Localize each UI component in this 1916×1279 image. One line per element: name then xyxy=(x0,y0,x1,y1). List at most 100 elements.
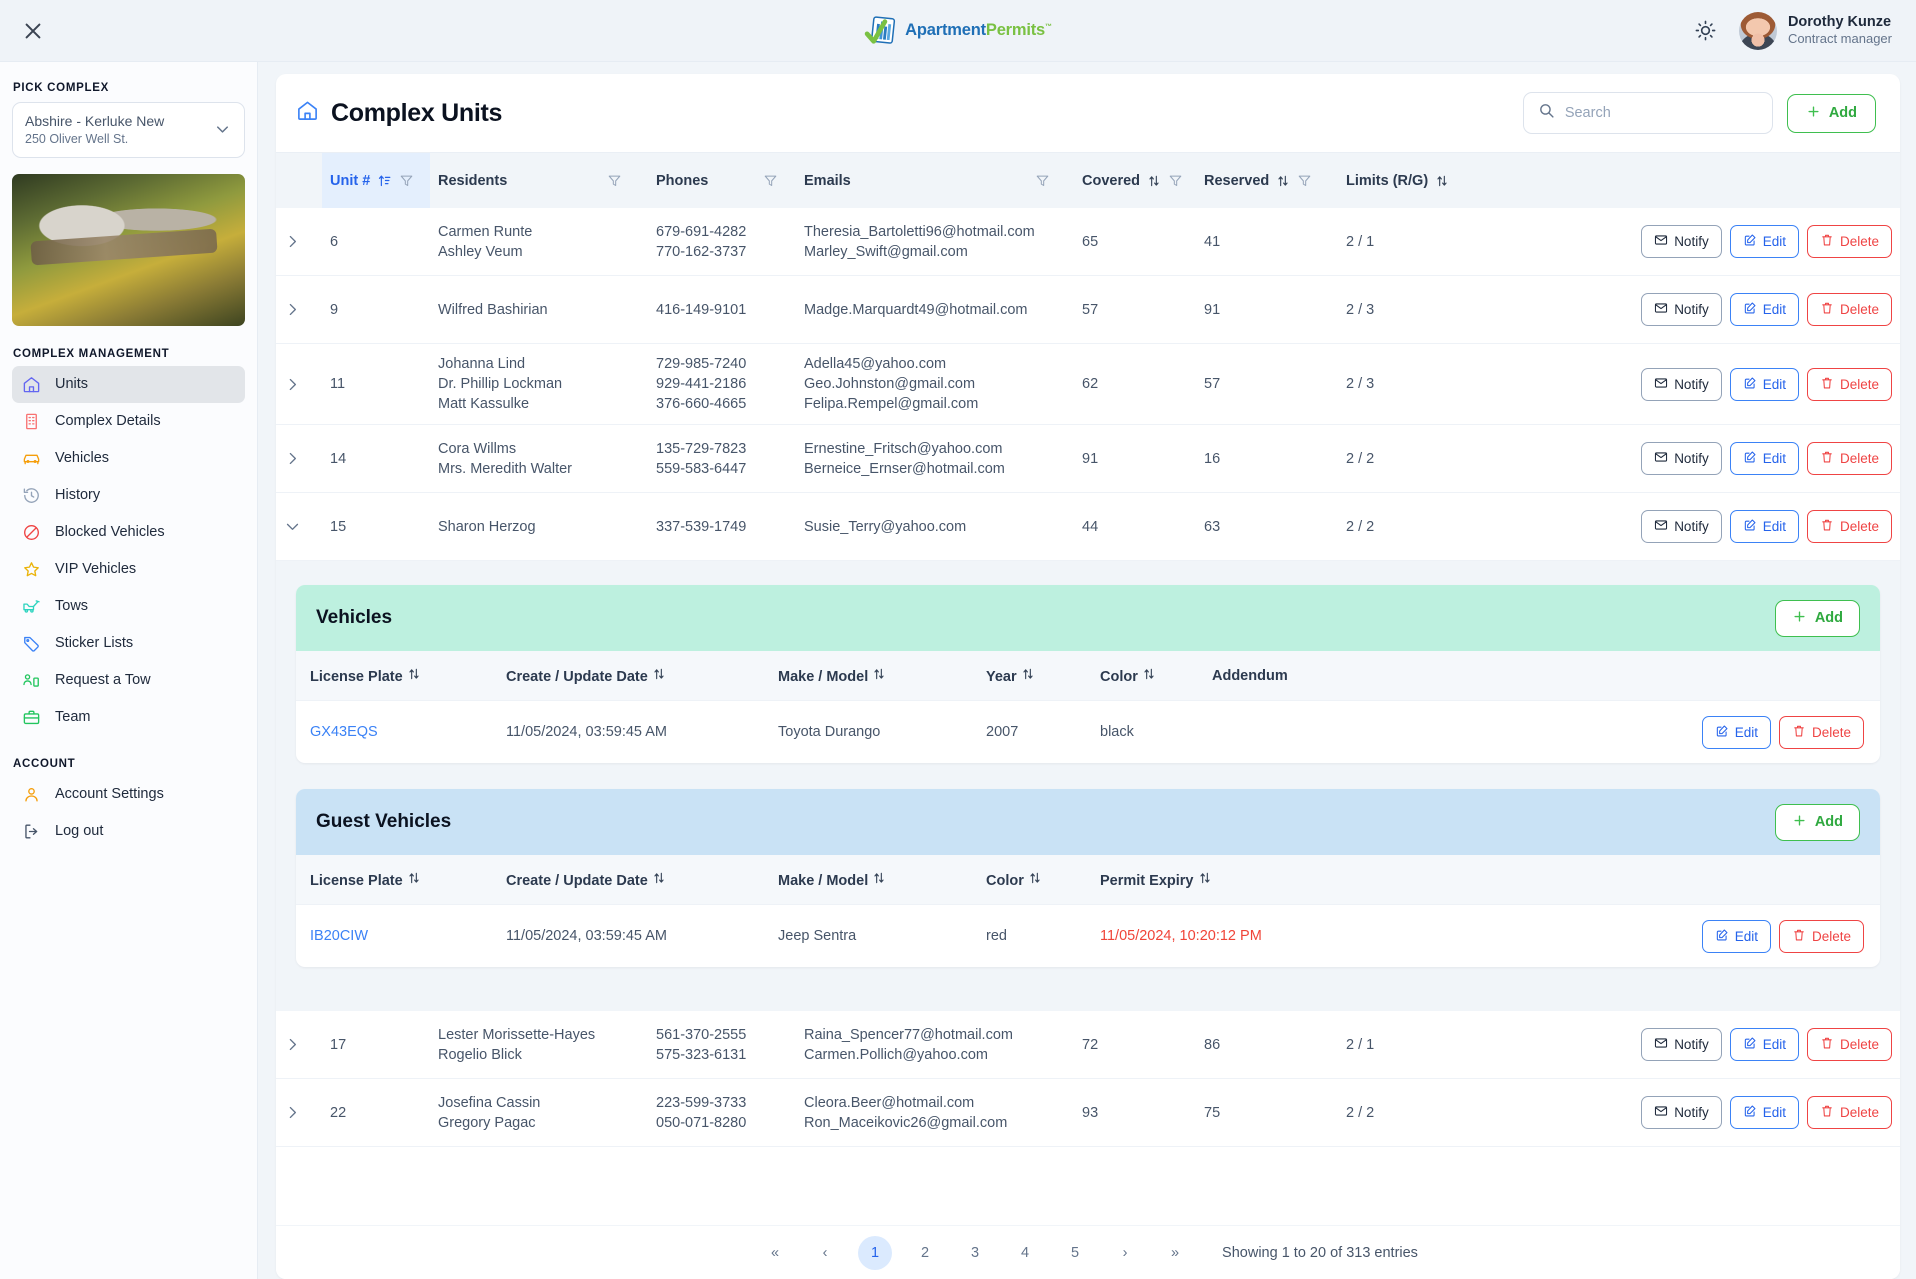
filter-icon-emails[interactable] xyxy=(1035,173,1050,188)
chevron-right-icon[interactable] xyxy=(276,366,322,403)
edit-button[interactable]: Edit xyxy=(1729,1096,1799,1129)
sort-icon[interactable] xyxy=(1028,871,1042,885)
table-row[interactable]: 6 Carmen Runte Ashley Veum 679-691-4282 77… xyxy=(276,208,1900,276)
edit-button[interactable]: Edit xyxy=(1729,442,1799,475)
sort-icon[interactable] xyxy=(872,667,886,681)
sidebar-item-units[interactable]: Units xyxy=(12,365,245,403)
sidebar-item-vehicles[interactable]: Vehicles xyxy=(12,440,245,477)
th-create-update-date[interactable]: Create / Update Date xyxy=(506,667,778,685)
pagination-page-4[interactable]: 4 xyxy=(1008,1236,1042,1270)
delete-button[interactable]: Delete xyxy=(1806,510,1892,543)
notify-button[interactable]: Notify xyxy=(1641,293,1722,326)
table-row[interactable]: 22 Josefina Cassin Gregory Pagac 223-599-… xyxy=(276,1079,1900,1147)
guest-vehicle-plate-link[interactable]: IB20CIW xyxy=(296,928,506,944)
add-guest-vehicle-button[interactable]: Add xyxy=(1774,803,1860,841)
chevron-right-icon[interactable] xyxy=(276,440,322,477)
sidebar-item-request-a-tow[interactable]: Request a Tow xyxy=(12,662,245,699)
th-limits[interactable]: Limits (R/G) xyxy=(1338,153,1470,208)
sort-icon[interactable] xyxy=(652,667,666,681)
sort-icon[interactable] xyxy=(1142,667,1156,681)
delete-button[interactable]: Delete xyxy=(1778,919,1864,953)
table-row[interactable]: 9 Wilfred Bashirian 416-149-9101 Madge.M… xyxy=(276,276,1900,344)
sort-icon-limits[interactable] xyxy=(1435,174,1449,188)
th-guest-make-model[interactable]: Make / Model xyxy=(778,871,986,889)
search-box[interactable] xyxy=(1522,92,1773,134)
th-unit[interactable]: Unit # xyxy=(322,153,430,208)
delete-button[interactable]: Delete xyxy=(1806,442,1892,475)
sort-icon[interactable] xyxy=(407,667,421,681)
delete-button[interactable]: Delete xyxy=(1806,225,1892,258)
sort-icon[interactable] xyxy=(652,871,666,885)
table-row[interactable]: 14 Cora Willms Mrs. Meredith Walter 135-7… xyxy=(276,425,1900,493)
th-year[interactable]: Year xyxy=(986,667,1100,685)
app-logo[interactable]: ApartmentPermits™ xyxy=(864,15,1052,46)
chevron-right-icon[interactable] xyxy=(276,291,322,328)
th-phones[interactable]: Phones xyxy=(648,153,796,208)
th-license-plate[interactable]: License Plate xyxy=(296,667,506,685)
th-guest-license-plate[interactable]: License Plate xyxy=(296,871,506,889)
th-permit-expiry[interactable]: Permit Expiry xyxy=(1100,871,1680,889)
notify-button[interactable]: Notify xyxy=(1641,442,1722,475)
delete-button[interactable]: Delete xyxy=(1806,293,1892,326)
chevron-right-icon[interactable] xyxy=(276,223,322,260)
sidebar-item-log-out[interactable]: Log out xyxy=(12,813,245,850)
close-icon[interactable] xyxy=(10,8,56,54)
delete-button[interactable]: Delete xyxy=(1806,1028,1892,1061)
pagination-prev[interactable]: ‹ xyxy=(808,1236,842,1270)
edit-button[interactable]: Edit xyxy=(1701,919,1771,953)
th-covered[interactable]: Covered xyxy=(1074,153,1196,208)
delete-button[interactable]: Delete xyxy=(1806,1096,1892,1129)
sort-icon[interactable] xyxy=(872,871,886,885)
sort-icon[interactable] xyxy=(1021,667,1035,681)
sidebar-item-account-settings[interactable]: Account Settings xyxy=(12,776,245,813)
edit-button[interactable]: Edit xyxy=(1729,510,1799,543)
user-profile[interactable]: Dorothy Kunze Contract manager xyxy=(1738,11,1892,50)
table-row[interactable]: 17 Lester Morissette-Hayes Rogelio Blick … xyxy=(276,1011,1900,1079)
sidebar-item-vip-vehicles[interactable]: VIP Vehicles xyxy=(12,551,245,588)
th-make-model[interactable]: Make / Model xyxy=(778,667,986,685)
pagination-page-1[interactable]: 1 xyxy=(858,1235,893,1270)
th-guest-create-update-date[interactable]: Create / Update Date xyxy=(506,871,778,889)
th-residents[interactable]: Residents xyxy=(430,153,648,208)
filter-icon-phones[interactable] xyxy=(763,173,778,188)
edit-button[interactable]: Edit xyxy=(1729,293,1799,326)
edit-button[interactable]: Edit xyxy=(1729,225,1799,258)
delete-button[interactable]: Delete xyxy=(1806,367,1892,401)
pagination-page-5[interactable]: 5 xyxy=(1058,1236,1092,1270)
sun-icon[interactable] xyxy=(1694,19,1717,42)
sidebar-item-team[interactable]: Team xyxy=(12,699,245,736)
complex-selector[interactable]: Abshire - Kerluke New 250 Oliver Well St… xyxy=(12,102,245,158)
th-reserved[interactable]: Reserved xyxy=(1196,153,1338,208)
th-emails[interactable]: Emails xyxy=(796,153,1074,208)
search-input[interactable] xyxy=(1564,105,1758,121)
edit-button[interactable]: Edit xyxy=(1701,715,1771,749)
table-row[interactable]: 11 Johanna Lind Dr. Phillip Lockman Matt K… xyxy=(276,344,1900,425)
add-vehicle-button[interactable]: Add xyxy=(1774,599,1860,637)
chevron-right-icon[interactable] xyxy=(276,1026,322,1063)
sort-icon[interactable] xyxy=(1198,871,1212,885)
pagination-page-2[interactable]: 2 xyxy=(908,1236,942,1270)
filter-icon-residents[interactable] xyxy=(607,173,622,188)
add-unit-button[interactable]: Add xyxy=(1786,93,1876,133)
edit-button[interactable]: Edit xyxy=(1729,367,1799,401)
notify-button[interactable]: Notify xyxy=(1641,225,1722,258)
filter-icon-reserved[interactable] xyxy=(1297,173,1312,188)
sidebar-item-tows[interactable]: Tows xyxy=(12,588,245,625)
pagination-last[interactable]: » xyxy=(1158,1236,1192,1270)
pagination-next[interactable]: › xyxy=(1108,1236,1142,1270)
sort-asc-icon[interactable] xyxy=(377,173,392,188)
sidebar-item-blocked-vehicles[interactable]: Blocked Vehicles xyxy=(12,514,245,551)
vehicle-plate-link[interactable]: GX43EQS xyxy=(296,724,506,740)
sort-icon[interactable] xyxy=(407,871,421,885)
sidebar-item-sticker-lists[interactable]: Sticker Lists xyxy=(12,625,245,662)
delete-button[interactable]: Delete xyxy=(1778,715,1864,749)
notify-button[interactable]: Notify xyxy=(1641,510,1722,543)
chevron-right-icon[interactable] xyxy=(276,1094,322,1131)
sidebar-item-complex-details[interactable]: Complex Details xyxy=(12,403,245,440)
sort-icon-covered[interactable] xyxy=(1147,174,1161,188)
th-guest-color[interactable]: Color xyxy=(986,871,1100,889)
pagination-first[interactable]: « xyxy=(758,1236,792,1270)
notify-button[interactable]: Notify xyxy=(1641,1096,1722,1129)
chevron-down-icon[interactable] xyxy=(276,508,322,545)
filter-icon-covered[interactable] xyxy=(1168,173,1183,188)
